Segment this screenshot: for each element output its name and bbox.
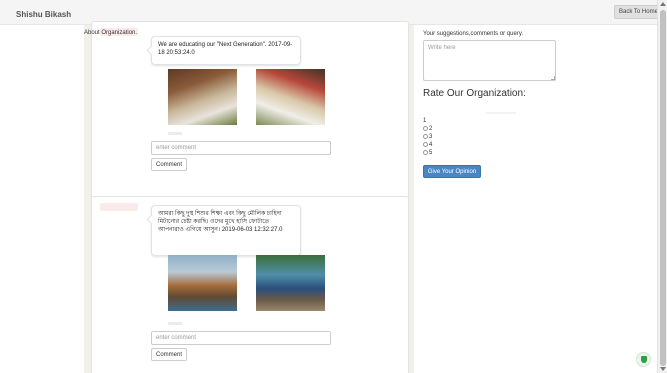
comment-button[interactable]: Comment — [151, 158, 187, 171]
rating-option-3[interactable]: 3 — [423, 133, 432, 141]
scroll-down-icon[interactable] — [660, 367, 666, 371]
post-text: আমরা কিছু দুস্থ শিশুর শিক্ষা এবং কিছু মৌ… — [151, 205, 301, 256]
brand-title[interactable]: Shishu Bikash — [16, 10, 71, 19]
shield-extension-button[interactable] — [636, 352, 651, 367]
give-opinion-button[interactable]: Give Your Opinion — [423, 165, 481, 178]
rating-label: 5 — [429, 150, 433, 156]
post-photo[interactable] — [168, 255, 237, 311]
comment-input[interactable] — [151, 331, 331, 345]
rating-options: 1 2 3 4 5 — [423, 117, 432, 157]
radio-icon[interactable] — [423, 149, 428, 155]
rate-divider — [486, 112, 516, 114]
rate-title: Rate Our Organization: — [423, 88, 526, 99]
scroll-thumb[interactable] — [660, 10, 666, 366]
post-card: We are educating our "Next Generation". … — [91, 21, 409, 212]
about-organization-text: About Organization. — [84, 30, 138, 36]
rating-label: 1 — [423, 118, 427, 124]
scroll-up-icon[interactable] — [660, 2, 666, 6]
radio-icon[interactable] — [423, 125, 428, 131]
post-photo[interactable] — [256, 69, 325, 125]
posts-column: We are educating our "Next Generation". … — [84, 21, 414, 373]
suggestions-textarea[interactable] — [423, 40, 556, 81]
comment-button[interactable]: Comment — [151, 348, 187, 361]
rating-label: 2 — [429, 126, 433, 132]
post-author-tag — [100, 203, 138, 211]
post-card: আমরা কিছু দুস্থ শিশুর শিক্ষা এবং কিছু মৌ… — [91, 196, 409, 373]
shield-icon — [641, 356, 647, 363]
radio-icon[interactable] — [423, 141, 428, 147]
back-to-home-label: Back To Home — [619, 9, 658, 15]
radio-icon[interactable] — [423, 133, 428, 139]
rating-label: 3 — [429, 134, 433, 140]
post-photo[interactable] — [168, 69, 237, 125]
rating-option-4[interactable]: 4 — [423, 141, 432, 149]
post-photo[interactable] — [256, 255, 325, 311]
feedback-panel: Your suggestions,comments or query. Rate… — [416, 25, 656, 373]
resize-handle-icon[interactable] — [551, 76, 555, 80]
comment-input[interactable] — [151, 141, 331, 155]
rating-label: 4 — [429, 142, 433, 148]
post-meta — [168, 322, 182, 325]
rating-option-1[interactable]: 1 — [423, 117, 432, 125]
post-text: We are educating our "Next Generation". … — [151, 36, 301, 65]
rating-option-5[interactable]: 5 — [423, 149, 432, 157]
suggestions-label: Your suggestions,comments or query. — [423, 31, 524, 37]
scrollbar[interactable] — [657, 0, 667, 373]
post-meta — [168, 132, 182, 135]
rating-option-2[interactable]: 2 — [423, 125, 432, 133]
